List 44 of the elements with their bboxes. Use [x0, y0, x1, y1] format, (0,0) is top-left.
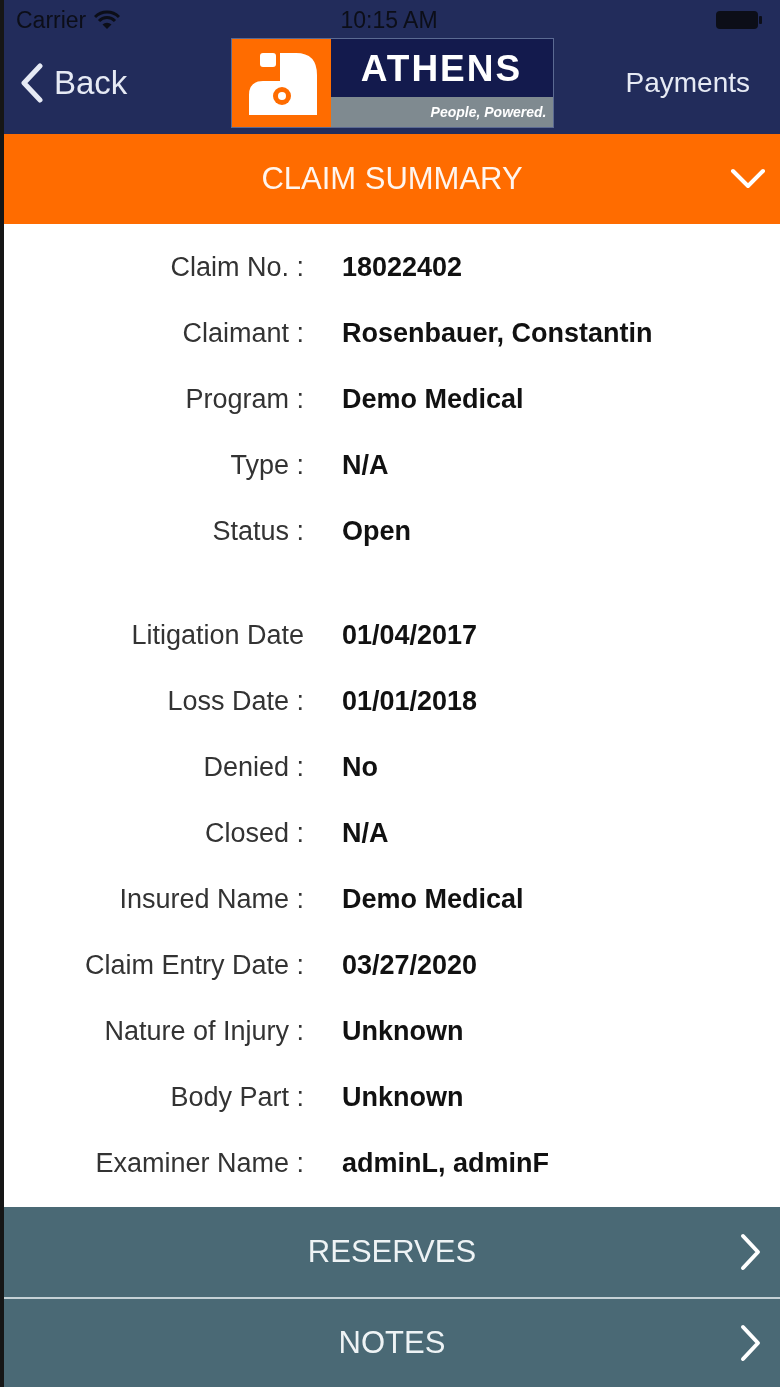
- field-label: Claim No. :: [169, 251, 304, 283]
- field-label: Loss Date :: [166, 685, 304, 717]
- field-value: No: [342, 751, 379, 783]
- field-label: Claim Entry Date :: [83, 949, 304, 981]
- field-label: Denied :: [202, 751, 304, 783]
- field-value: 18022402: [342, 251, 464, 283]
- battery-icon: [716, 10, 762, 30]
- field-value: Unknown: [342, 1015, 465, 1047]
- field-value: Rosenbauer, Constantin: [342, 317, 654, 349]
- field-value: Open: [342, 515, 412, 547]
- nav-link-bar[interactable]: NOTES: [4, 1297, 780, 1387]
- field-value: Unknown: [342, 1081, 465, 1113]
- logo-mark-icon: [231, 39, 331, 127]
- nav-link-bar[interactable]: RESERVES: [4, 1207, 780, 1297]
- field-value: N/A: [342, 449, 390, 481]
- field-value: Demo Medical: [342, 383, 525, 415]
- brand-name: ATHENS: [330, 39, 553, 97]
- chevron-down-icon: [730, 168, 766, 190]
- field-label: Status :: [211, 515, 304, 547]
- field-value: 01/01/2018: [342, 685, 479, 717]
- chevron-left-icon: [20, 63, 44, 103]
- field-value: Demo Medical: [342, 883, 525, 915]
- field-label: Litigation Date: [130, 619, 304, 651]
- field-value: N/A: [342, 817, 390, 849]
- field-label: Nature of Injury :: [103, 1015, 304, 1047]
- payments-button[interactable]: Payments: [619, 61, 780, 105]
- field-value: adminL, adminF: [342, 1147, 550, 1179]
- brand-tagline: People, Powered.: [330, 97, 553, 127]
- field-label: Type :: [229, 449, 304, 481]
- wifi-icon: [94, 10, 121, 30]
- back-button[interactable]: Back: [4, 57, 138, 109]
- carrier-name: Carrier: [16, 6, 87, 34]
- field-label: Insured Name :: [118, 883, 304, 915]
- field-label: Closed :: [203, 817, 304, 849]
- chevron-right-icon: [740, 1324, 762, 1362]
- field-label: Program :: [184, 383, 304, 415]
- field-value: 01/04/2017: [342, 619, 479, 651]
- field-label: Claimant :: [181, 317, 304, 349]
- status-time: 10:15 AM: [340, 6, 438, 34]
- chevron-right-icon: [740, 1233, 762, 1271]
- field-value: 03/27/2020: [342, 949, 479, 981]
- section-header[interactable]: CLAIM SUMMARY: [4, 134, 780, 224]
- field-label: Body Part :: [169, 1081, 304, 1113]
- field-label: Examiner Name :: [94, 1147, 304, 1179]
